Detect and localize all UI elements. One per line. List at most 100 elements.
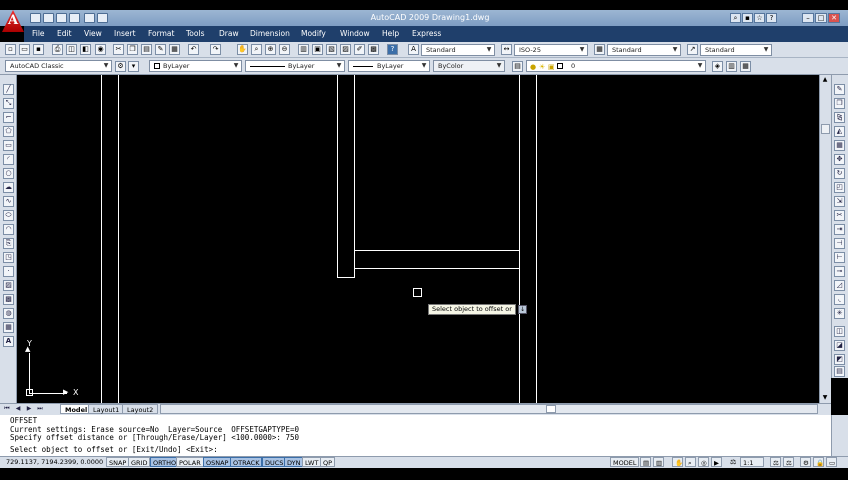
qp-toggle[interactable]: QP: [320, 457, 336, 467]
ortho-toggle[interactable]: ORTHO: [150, 457, 180, 467]
sheet-set-icon[interactable]: ▨: [340, 44, 351, 55]
draw-order-icon[interactable]: ◫: [834, 326, 845, 337]
drawn-line[interactable]: [337, 277, 355, 278]
annotation-visibility-icon[interactable]: ⚖: [770, 457, 781, 467]
communication-center-icon[interactable]: ▪: [742, 13, 753, 23]
clean-screen-icon[interactable]: ▭: [826, 457, 837, 467]
circle-icon[interactable]: ○: [3, 168, 14, 179]
break-icon[interactable]: ⊢: [834, 252, 845, 263]
break-at-point-icon[interactable]: ⊣: [834, 238, 845, 249]
annotation-scale-dropdown[interactable]: 1:1: [740, 457, 764, 467]
new-file-icon[interactable]: [30, 13, 41, 23]
print-icon[interactable]: [69, 13, 80, 23]
menu-draw[interactable]: Draw: [219, 28, 239, 40]
menu-tools[interactable]: Tools: [186, 28, 204, 40]
dim-style-icon[interactable]: ↔: [501, 44, 512, 55]
move-icon[interactable]: ✥: [834, 154, 845, 165]
search-icon[interactable]: ⌕: [730, 13, 741, 23]
drawn-line[interactable]: [118, 75, 119, 403]
menu-dimension[interactable]: Dimension: [250, 28, 290, 40]
maximize-icon[interactable]: □: [815, 13, 827, 23]
plot-style-dropdown[interactable]: ByColor ▼: [433, 60, 505, 72]
tab-layout2[interactable]: Layout2: [122, 404, 159, 414]
paste-icon[interactable]: ▤: [141, 44, 152, 55]
send-to-back-icon[interactable]: ◩: [834, 354, 845, 365]
ellipse-arc-icon[interactable]: ◠: [3, 224, 14, 235]
menu-insert[interactable]: Insert: [114, 28, 136, 40]
layer-states-icon[interactable]: ▦: [740, 61, 751, 72]
quick-view-layouts-icon[interactable]: ▤: [640, 457, 651, 467]
dyn-toggle[interactable]: DYN: [284, 457, 304, 467]
design-center-icon[interactable]: ▣: [312, 44, 323, 55]
favorites-star-icon[interactable]: ☆: [754, 13, 765, 23]
multiline-text-icon[interactable]: A: [3, 336, 14, 347]
gradient-icon[interactable]: ▩: [3, 294, 14, 305]
scroll-down-icon[interactable]: ▼: [820, 394, 830, 402]
drawn-line[interactable]: [536, 75, 537, 403]
open-icon[interactable]: ▭: [19, 44, 30, 55]
command-prompt[interactable]: Select object to offset or [Exit/Undo] <…: [10, 445, 831, 455]
polyline-icon[interactable]: ⌐: [3, 112, 14, 123]
drawn-line[interactable]: [101, 75, 102, 403]
markup-icon[interactable]: ✐: [354, 44, 365, 55]
steering-wheel-icon[interactable]: ◎: [698, 457, 709, 467]
region-icon[interactable]: ◍: [3, 308, 14, 319]
menu-window[interactable]: Window: [340, 28, 370, 40]
horizontal-scroll-thumb[interactable]: [546, 405, 556, 413]
extend-icon[interactable]: ⇥: [834, 224, 845, 235]
menu-express[interactable]: Express: [412, 28, 441, 40]
drawing-area[interactable]: ▲ ▶ Y X: [18, 75, 819, 403]
command-scrollbar[interactable]: [831, 415, 848, 456]
publish-icon[interactable]: ◧: [80, 44, 91, 55]
construction-line-icon[interactable]: ⤡: [3, 98, 14, 109]
tooltip-options-icon[interactable]: ↓: [518, 305, 527, 314]
point-icon[interactable]: ·: [3, 266, 14, 277]
trim-icon[interactable]: ✂: [834, 210, 845, 221]
copy-icon[interactable]: ❐: [127, 44, 138, 55]
table-icon[interactable]: ▦: [3, 322, 14, 333]
drawn-line[interactable]: [354, 75, 355, 278]
block-editor-icon[interactable]: ▦: [169, 44, 180, 55]
coordinate-display[interactable]: 729.1137, 7194.2399, 0.0000: [6, 457, 103, 467]
drawn-line[interactable]: [355, 250, 519, 251]
qnew-icon[interactable]: ▫: [5, 44, 16, 55]
drawn-line[interactable]: [355, 268, 519, 269]
layer-properties-icon[interactable]: ▤: [512, 61, 523, 72]
scroll-thumb[interactable]: [821, 124, 830, 134]
scale-icon[interactable]: ◰: [834, 182, 845, 193]
lwt-toggle[interactable]: LWT: [302, 457, 322, 467]
layer-control-dropdown[interactable]: ● ☀ ▣ 0 ▼: [526, 60, 706, 72]
array-icon[interactable]: ▦: [834, 140, 845, 151]
zoom-status-icon[interactable]: ⌕: [685, 457, 696, 467]
table-style-icon[interactable]: ▦: [594, 44, 605, 55]
help-toolbar-icon[interactable]: ?: [387, 44, 398, 55]
spline-icon[interactable]: ∿: [3, 196, 14, 207]
properties-icon[interactable]: ▥: [298, 44, 309, 55]
explode-icon[interactable]: ✳: [834, 308, 845, 319]
rotate-icon[interactable]: ↻: [834, 168, 845, 179]
plot-preview-icon[interactable]: ◫: [66, 44, 77, 55]
quick-view-drawings-icon[interactable]: ▥: [653, 457, 664, 467]
linetype-control-dropdown[interactable]: ByLayer ▼: [245, 60, 345, 72]
rectangle-icon[interactable]: ▭: [3, 140, 14, 151]
mirror-icon[interactable]: ⧎: [834, 112, 845, 123]
tool-palettes-icon[interactable]: ▧: [326, 44, 337, 55]
mleader-style-dropdown[interactable]: Standard ▼: [700, 44, 772, 56]
polygon-icon[interactable]: ⬠: [3, 126, 14, 137]
otrack-toggle[interactable]: OTRACK: [230, 457, 263, 467]
menu-modify[interactable]: Modify: [301, 28, 326, 40]
polar-toggle[interactable]: POLAR: [176, 457, 204, 467]
erase-icon[interactable]: ✎: [834, 84, 845, 95]
first-tab-icon[interactable]: ⏮: [3, 405, 11, 413]
copy-object-icon[interactable]: ❐: [834, 98, 845, 109]
text-style-icon[interactable]: A: [408, 44, 419, 55]
undo-icon[interactable]: [84, 13, 95, 23]
workspace-save-icon[interactable]: ▾: [128, 61, 139, 72]
quickcalc-icon[interactable]: ▩: [368, 44, 379, 55]
horizontal-scrollbar[interactable]: [160, 404, 818, 414]
layer-previous-icon[interactable]: ▥: [726, 61, 737, 72]
dim-style-dropdown[interactable]: ISO-25 ▼: [514, 44, 588, 56]
bring-to-front-icon[interactable]: ◪: [834, 340, 845, 351]
mleader-style-icon[interactable]: ↗: [687, 44, 698, 55]
match-properties-icon[interactable]: ✎: [155, 44, 166, 55]
